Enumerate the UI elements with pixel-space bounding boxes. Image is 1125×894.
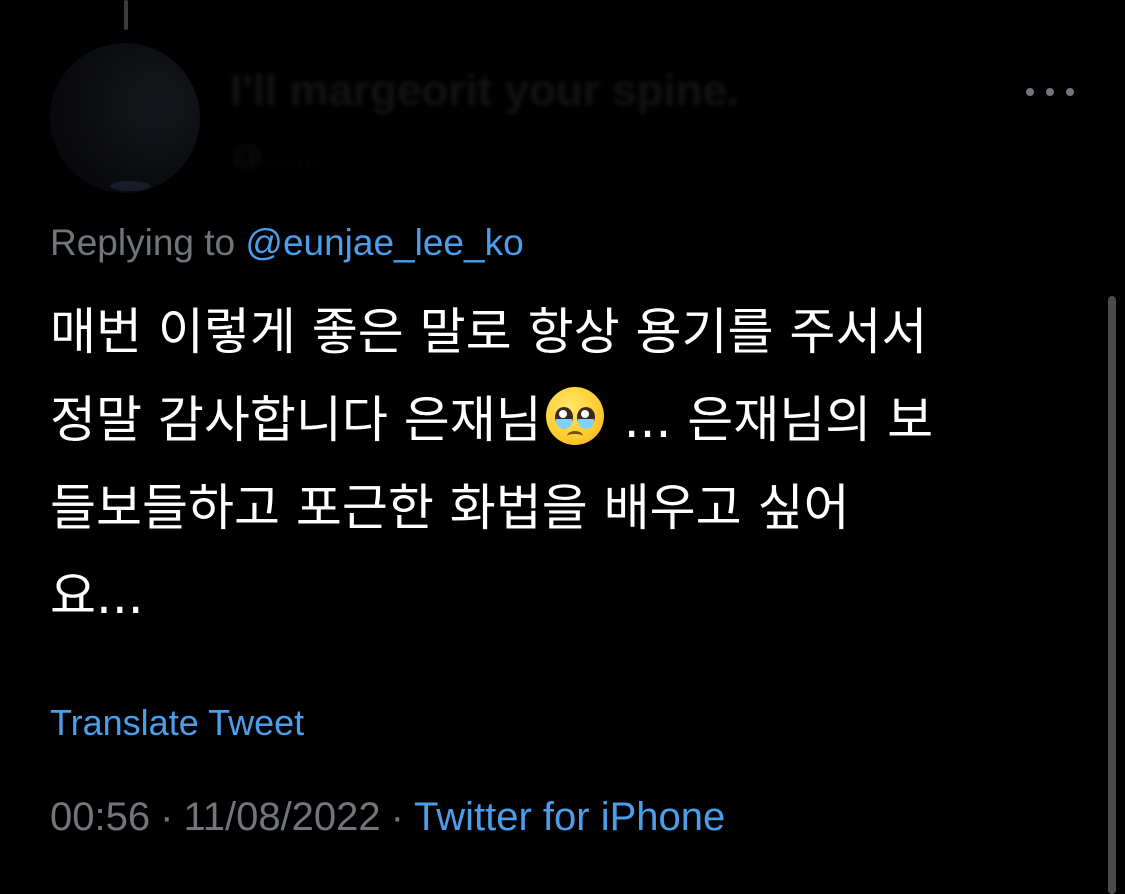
scrollbar-thumb[interactable]: [1108, 296, 1116, 894]
tweet-text-line: 요...: [50, 567, 144, 625]
more-options-button[interactable]: [1026, 78, 1074, 106]
avatar[interactable]: [50, 43, 200, 193]
reply-mention-link[interactable]: @eunjae_lee_ko: [245, 222, 523, 263]
meta-separator: ·: [160, 795, 174, 839]
replying-to: Replying to @eunjae_lee_ko: [50, 222, 524, 264]
author-display-name[interactable]: I'll margeorit your spine.: [230, 66, 739, 116]
more-dot-icon: [1046, 88, 1054, 96]
thread-connector-line: [124, 0, 128, 30]
more-dot-icon: [1026, 88, 1034, 96]
tweet-text: 매번 이렇게 좋은 말로 항상 용기를 주서서 정말 감사합니다 은재님 ...…: [50, 288, 1080, 640]
author-handle[interactable]: @.......: [232, 140, 321, 174]
tweet-date: 11/08/2022: [183, 795, 381, 839]
meta-separator: ·: [390, 795, 404, 839]
more-dot-icon: [1066, 88, 1074, 96]
tweet-text-line: 들보들하고 포근한 화법을 배우고 싶어: [50, 479, 850, 537]
tweet-meta: 00:56 · 11/08/2022 · Twitter for iPhone: [50, 795, 725, 840]
replying-to-prefix: Replying to: [50, 222, 246, 263]
tweet-time: 00:56: [50, 795, 151, 839]
tweet-text-line: 매번 이렇게 좋은 말로 항상 용기를 주서서: [50, 303, 928, 361]
pleading-face-emoji-icon: [545, 387, 604, 445]
tweet-text-segment: 정말 감사합니다 은재님: [50, 391, 542, 449]
translate-tweet-link[interactable]: Translate Tweet: [50, 702, 304, 744]
tweet-source-link[interactable]: Twitter for iPhone: [414, 795, 725, 839]
tweet-text-line: 정말 감사합니다 은재님 ... 은재님의 보: [50, 376, 1080, 464]
tweet-text-segment: ... 은재님의 보: [607, 391, 934, 449]
